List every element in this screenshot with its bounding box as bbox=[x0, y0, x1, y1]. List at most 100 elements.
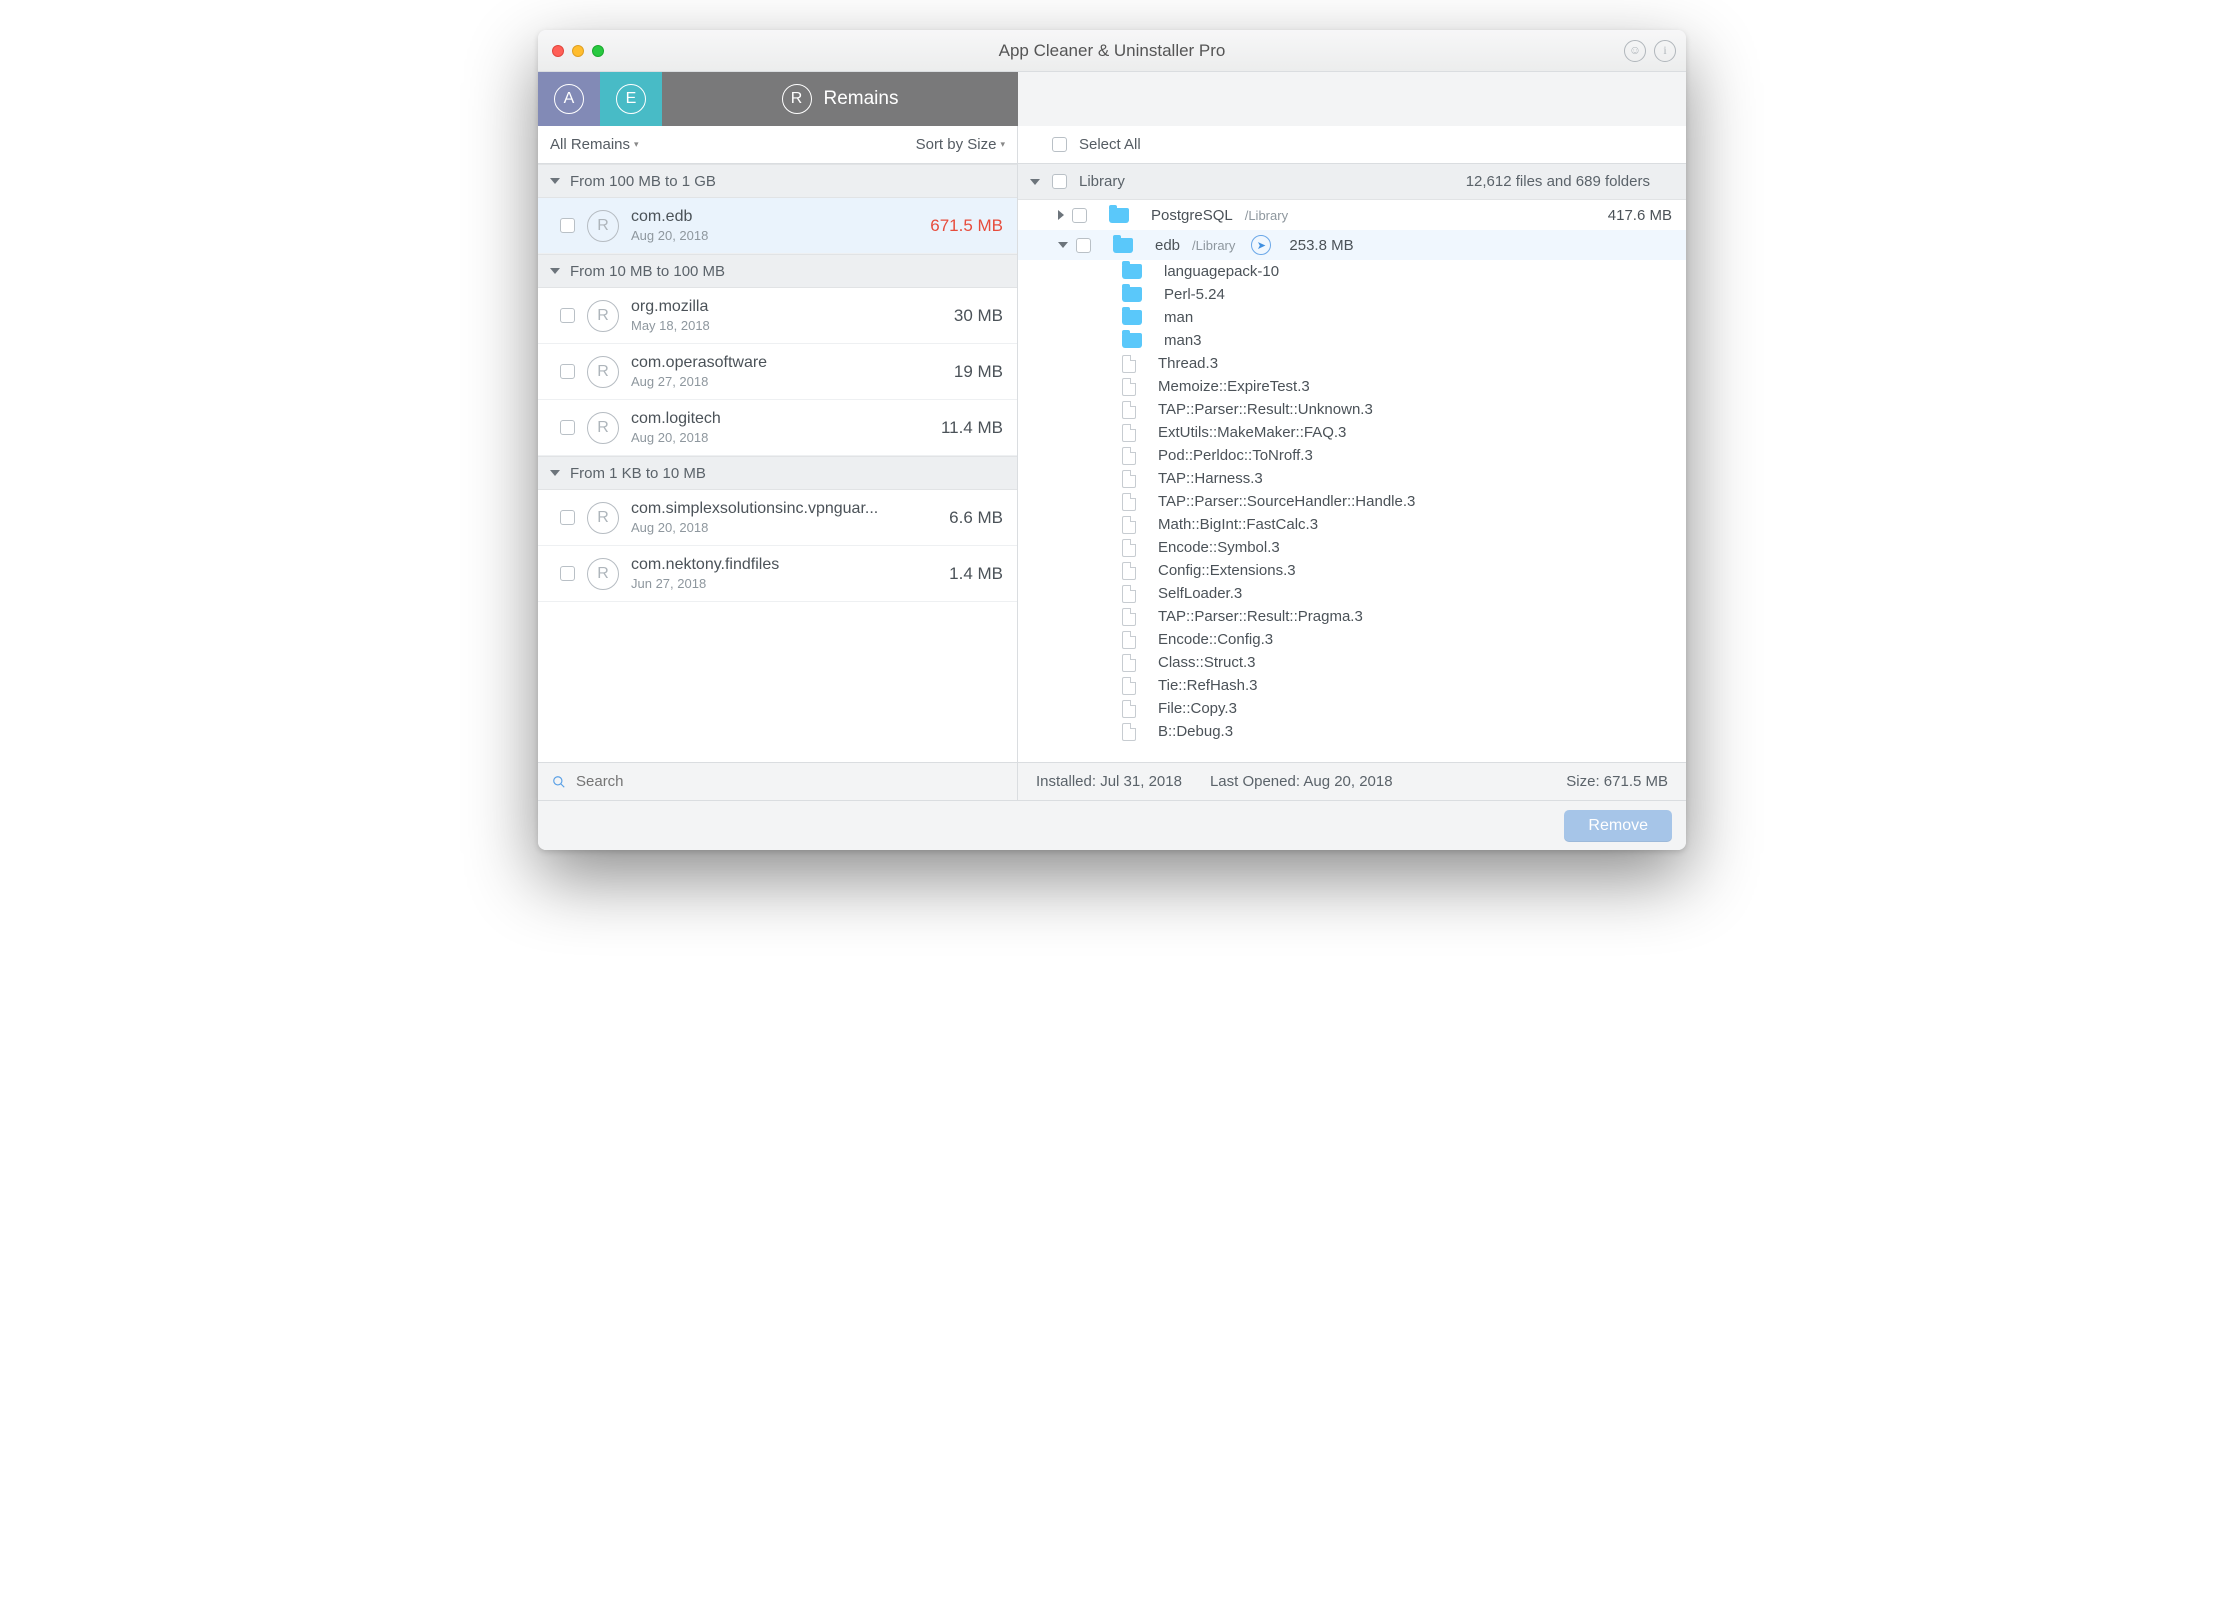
node-name: ExtUtils::MakeMaker::FAQ.3 bbox=[1158, 424, 1346, 441]
node-name: TAP::Parser::SourceHandler::Handle.3 bbox=[1158, 493, 1415, 510]
node-name: Perl-5.24 bbox=[1164, 286, 1225, 303]
file-icon bbox=[1122, 516, 1136, 534]
remains-list[interactable]: From 100 MB to 1 GB R com.edb Aug 20, 20… bbox=[538, 164, 1017, 762]
node-name: TAP::Parser::Result::Unknown.3 bbox=[1158, 401, 1373, 418]
last-opened-label: Last Opened: Aug 20, 2018 bbox=[1210, 773, 1393, 790]
sort-by-size[interactable]: Sort by Size ▾ bbox=[916, 136, 1005, 153]
tree-file-row[interactable]: Config::Extensions.3 bbox=[1018, 559, 1686, 582]
tab-extensions[interactable]: E bbox=[600, 72, 662, 126]
tree-file-row[interactable]: Tie::RefHash.3 bbox=[1018, 674, 1686, 697]
remains-icon: R bbox=[782, 84, 812, 114]
select-all-checkbox[interactable] bbox=[1052, 137, 1067, 152]
tree-file-row[interactable]: File::Copy.3 bbox=[1018, 697, 1686, 720]
remain-date: Aug 27, 2018 bbox=[631, 374, 942, 389]
node-name: Config::Extensions.3 bbox=[1158, 562, 1296, 579]
file-icon bbox=[1122, 654, 1136, 672]
node-name: man bbox=[1164, 309, 1193, 326]
remain-row[interactable]: R com.nektony.findfiles Jun 27, 2018 1.4… bbox=[538, 546, 1017, 602]
remove-button[interactable]: Remove bbox=[1564, 810, 1672, 842]
tree-folder-row[interactable]: Perl-5.24 bbox=[1018, 283, 1686, 306]
footer-bar: Remove bbox=[538, 800, 1686, 850]
remain-row[interactable]: R com.simplexsolutionsinc.vpnguar... Aug… bbox=[538, 490, 1017, 546]
folder-icon bbox=[1113, 238, 1133, 253]
remains-panel: All Remains ▾ Sort by Size ▾ From 100 MB… bbox=[538, 126, 1018, 800]
tree-file-row[interactable]: Pod::Perldoc::ToNroff.3 bbox=[1018, 444, 1686, 467]
search-icon bbox=[552, 775, 566, 789]
checkbox[interactable] bbox=[560, 218, 575, 233]
app-store-icon: A bbox=[554, 84, 584, 114]
tree-file-row[interactable]: Thread.3 bbox=[1018, 352, 1686, 375]
size-group-header[interactable]: From 1 KB to 10 MB bbox=[538, 456, 1017, 490]
installed-label: Installed: Jul 31, 2018 bbox=[1036, 773, 1182, 790]
checkbox[interactable] bbox=[560, 566, 575, 581]
tree-file-row[interactable]: TAP::Harness.3 bbox=[1018, 467, 1686, 490]
tree-file-row[interactable]: SelfLoader.3 bbox=[1018, 582, 1686, 605]
checkbox[interactable] bbox=[1072, 208, 1087, 223]
file-icon bbox=[1122, 378, 1136, 396]
tree-file-row[interactable]: TAP::Parser::Result::Pragma.3 bbox=[1018, 605, 1686, 628]
checkbox[interactable] bbox=[560, 510, 575, 525]
checkbox[interactable] bbox=[560, 308, 575, 323]
tree-file-row[interactable]: ExtUtils::MakeMaker::FAQ.3 bbox=[1018, 421, 1686, 444]
tree-file-row[interactable]: TAP::Parser::Result::Unknown.3 bbox=[1018, 398, 1686, 421]
checkbox[interactable] bbox=[1076, 238, 1091, 253]
tree-file-row[interactable]: Math::BigInt::FastCalc.3 bbox=[1018, 513, 1686, 536]
file-icon bbox=[1122, 677, 1136, 695]
size-group-header[interactable]: From 100 MB to 1 GB bbox=[538, 164, 1017, 198]
filter-label: All Remains bbox=[550, 136, 630, 153]
remain-name: org.mozilla bbox=[631, 298, 942, 316]
search-input[interactable] bbox=[574, 772, 1003, 791]
node-size: 253.8 MB bbox=[1289, 237, 1353, 254]
checkbox[interactable] bbox=[560, 364, 575, 379]
disclosure-triangle-icon bbox=[1030, 179, 1040, 185]
tree-file-row[interactable]: Memoize::ExpireTest.3 bbox=[1018, 375, 1686, 398]
checkbox[interactable] bbox=[560, 420, 575, 435]
tree-folder-row[interactable]: man3 bbox=[1018, 329, 1686, 352]
window-title: App Cleaner & Uninstaller Pro bbox=[538, 41, 1686, 61]
extensions-icon: E bbox=[616, 84, 646, 114]
node-name: TAP::Parser::Result::Pragma.3 bbox=[1158, 608, 1363, 625]
disclosure-triangle-icon[interactable] bbox=[1058, 242, 1068, 248]
select-all-label: Select All bbox=[1079, 136, 1141, 153]
reveal-in-finder-icon[interactable]: ➤ bbox=[1251, 235, 1271, 255]
feedback-icon[interactable]: ☺ bbox=[1624, 40, 1646, 62]
node-name: Tie::RefHash.3 bbox=[1158, 677, 1258, 694]
library-header[interactable]: Library 12,612 files and 689 folders bbox=[1018, 164, 1686, 200]
remain-row[interactable]: R com.edb Aug 20, 2018 671.5 MB bbox=[538, 198, 1017, 254]
folder-icon bbox=[1122, 264, 1142, 279]
tree-file-row[interactable]: TAP::Parser::SourceHandler::Handle.3 bbox=[1018, 490, 1686, 513]
remain-row[interactable]: R org.mozilla May 18, 2018 30 MB bbox=[538, 288, 1017, 344]
tree-file-row[interactable]: Class::Struct.3 bbox=[1018, 651, 1686, 674]
remain-size: 11.4 MB bbox=[941, 418, 1003, 438]
tree-folder-row[interactable]: PostgreSQL /Library 417.6 MB bbox=[1018, 200, 1686, 230]
tree-file-row[interactable]: Encode::Symbol.3 bbox=[1018, 536, 1686, 559]
chevron-down-icon: ▾ bbox=[634, 139, 639, 150]
remain-row[interactable]: R com.operasoftware Aug 27, 2018 19 MB bbox=[538, 344, 1017, 400]
tree-folder-row[interactable]: man bbox=[1018, 306, 1686, 329]
size-group-header[interactable]: From 10 MB to 100 MB bbox=[538, 254, 1017, 288]
tree-file-row[interactable]: Encode::Config.3 bbox=[1018, 628, 1686, 651]
checkbox[interactable] bbox=[1052, 174, 1067, 189]
select-all-bar: Select All bbox=[1018, 126, 1686, 164]
node-name: Thread.3 bbox=[1158, 355, 1218, 372]
file-icon bbox=[1122, 424, 1136, 442]
remain-date: May 18, 2018 bbox=[631, 318, 942, 333]
tree-file-row[interactable]: B::Debug.3 bbox=[1018, 720, 1686, 743]
tab-remains[interactable]: R Remains bbox=[662, 72, 1018, 126]
info-icon[interactable]: i bbox=[1654, 40, 1676, 62]
filter-all-remains[interactable]: All Remains ▾ bbox=[550, 136, 639, 153]
file-tree[interactable]: PostgreSQL /Library 417.6 MB edb /Librar… bbox=[1018, 200, 1686, 762]
node-name: Encode::Symbol.3 bbox=[1158, 539, 1280, 556]
node-name: man3 bbox=[1164, 332, 1202, 349]
node-name: Math::BigInt::FastCalc.3 bbox=[1158, 516, 1318, 533]
disclosure-triangle-icon[interactable] bbox=[1058, 210, 1064, 220]
node-name: Encode::Config.3 bbox=[1158, 631, 1273, 648]
file-icon bbox=[1122, 585, 1136, 603]
tab-applications[interactable]: A bbox=[538, 72, 600, 126]
remain-size: 30 MB bbox=[954, 306, 1003, 326]
filter-bar: All Remains ▾ Sort by Size ▾ bbox=[538, 126, 1017, 164]
files-panel: Select All Library 12,612 files and 689 … bbox=[1018, 126, 1686, 800]
tree-folder-row[interactable]: languagepack-10 bbox=[1018, 260, 1686, 283]
remain-row[interactable]: R com.logitech Aug 20, 2018 11.4 MB bbox=[538, 400, 1017, 456]
tree-folder-row[interactable]: edb /Library ➤ 253.8 MB bbox=[1018, 230, 1686, 260]
